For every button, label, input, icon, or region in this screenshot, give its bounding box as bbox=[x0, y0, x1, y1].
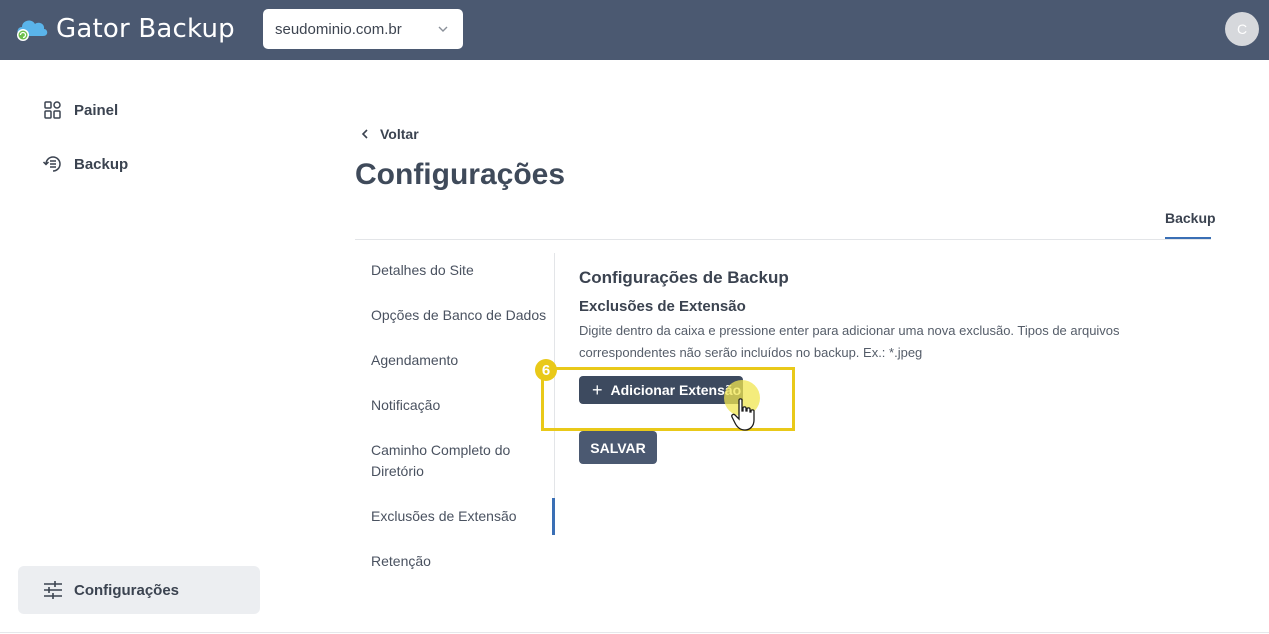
sidebar-item-painel[interactable]: Painel bbox=[42, 99, 118, 121]
subnav-item-exclusoes-de-extensao[interactable]: Exclusões de Extensão bbox=[371, 506, 517, 527]
step-number: 6 bbox=[541, 361, 551, 379]
back-label: Voltar bbox=[380, 126, 419, 142]
subnav-item-detalhes-do-site[interactable]: Detalhes do Site bbox=[371, 260, 474, 281]
section-title: Configurações de Backup bbox=[579, 268, 789, 287]
sidebar-item-label: Painel bbox=[74, 101, 119, 119]
sidebar-item-backup[interactable]: Backup bbox=[42, 153, 128, 175]
user-avatar[interactable]: C bbox=[1225, 12, 1259, 46]
tab-backup[interactable]: Backup bbox=[1165, 210, 1216, 226]
subnav-item-caminho-completo[interactable]: Caminho Completo do Diretório bbox=[371, 440, 521, 482]
domain-select-value: seudominio.com.br bbox=[275, 20, 402, 38]
app-title: Gator Backup bbox=[56, 14, 235, 44]
backup-restore-icon bbox=[42, 153, 64, 175]
chevron-left-icon bbox=[358, 127, 372, 141]
page-title: Configurações bbox=[355, 158, 566, 191]
tabs-divider bbox=[355, 239, 1211, 240]
section-description: Digite dentro da caixa e pressione enter… bbox=[579, 323, 1120, 360]
subnav-item-notificacao[interactable]: Notificação bbox=[371, 395, 440, 416]
save-button[interactable]: SALVAR bbox=[579, 431, 657, 464]
domain-select[interactable]: seudominio.com.br bbox=[263, 9, 463, 49]
sliders-icon bbox=[42, 579, 64, 601]
app-logo[interactable]: Gator Backup bbox=[14, 14, 235, 44]
save-label: SALVAR bbox=[590, 439, 646, 456]
sidebar-item-configuracoes[interactable]: Configurações bbox=[18, 566, 260, 614]
subnav-item-agendamento[interactable]: Agendamento bbox=[371, 350, 458, 371]
step-number-badge: 6 bbox=[535, 359, 557, 381]
subnav-item-opcoes-banco-de-dados[interactable]: Opções de Banco de Dados bbox=[371, 305, 546, 326]
section-subtitle: Exclusões de Extensão bbox=[579, 298, 746, 315]
subnav-active-indicator bbox=[552, 498, 555, 535]
top-bar: Gator Backup seudominio.com.br C bbox=[0, 0, 1269, 60]
avatar-initial: C bbox=[1236, 21, 1248, 37]
chevron-down-icon bbox=[437, 22, 449, 34]
footer-divider bbox=[0, 632, 1269, 633]
hand-cursor-icon bbox=[730, 398, 758, 432]
subnav-item-retencao[interactable]: Retenção bbox=[371, 551, 431, 572]
back-link[interactable]: Voltar bbox=[358, 126, 419, 142]
cloud-logo-icon bbox=[14, 14, 50, 44]
sidebar-item-label: Configurações bbox=[74, 581, 180, 599]
dashboard-icon bbox=[42, 99, 64, 121]
sidebar-item-label: Backup bbox=[74, 155, 129, 173]
